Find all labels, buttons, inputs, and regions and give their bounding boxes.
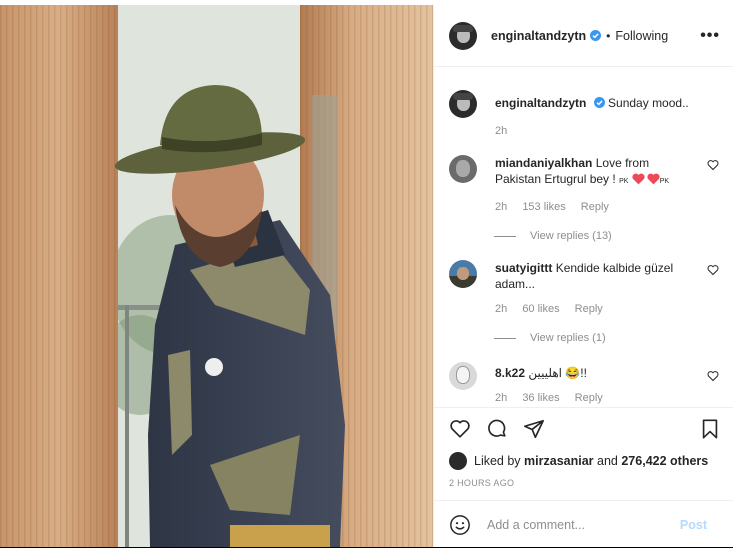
like-comment-heart-icon[interactable] [707,264,719,276]
caption-time: 2h [495,125,508,137]
caption-username[interactable]: enginaltandzytn [495,96,586,110]
like-comment-heart-icon[interactable] [707,370,719,382]
following-button[interactable]: Following [615,29,668,43]
share-direct-icon[interactable] [523,418,545,440]
commenter-avatar[interactable] [449,362,477,390]
comment-time: 2h [495,392,508,404]
view-replies-button[interactable]: View replies (13) [494,230,718,242]
post-comment-button[interactable]: Post [680,518,707,532]
like-heart-icon[interactable] [449,418,471,440]
comment: 8.k22 اهلييين 😂!! 2h 36 likes Reply [449,362,719,406]
comment-username[interactable]: 8.k22 [495,366,525,380]
comment-bubble-icon[interactable] [486,418,508,440]
comment-time: 2h [495,201,508,213]
reply-button[interactable]: Reply [575,303,603,315]
flag-pk-2: PK [659,178,670,185]
liked-by-middle: and [597,454,618,468]
comment: suatyigittt Kendide kalbide güzel adam..… [449,260,719,317]
liker-avatar[interactable] [449,452,467,470]
separator-dot: • [606,28,611,43]
view-replies-label[interactable]: View replies (1) [530,332,606,344]
like-comment-heart-icon[interactable] [707,159,719,171]
commenter-avatar[interactable] [449,155,477,183]
caption-avatar[interactable] [449,90,477,118]
caption-text: Sunday mood.. [608,96,689,110]
red-heart-emoji-icon [647,173,660,185]
reply-button[interactable]: Reply [581,201,609,213]
add-comment-bar: Add a comment... Post [434,500,733,548]
more-options-icon[interactable]: ••• [700,27,720,45]
red-heart-emoji-icon [632,173,645,185]
verified-badge-icon [590,30,602,41]
commenter-avatar[interactable] [449,260,477,288]
author-avatar[interactable] [449,21,477,50]
liked-by-prefix: Liked by [474,454,521,468]
view-replies-button[interactable]: View replies (1) [494,332,718,344]
comment-text: اهلييين 😂!! [528,366,587,380]
author-username[interactable]: enginaltandzytn [491,29,586,43]
comment-username[interactable]: suatyigittt [495,261,552,275]
comment: miandaniyalkhan Love from Pakistan Ertug… [449,155,719,215]
flag-pk-1: PK [619,178,629,185]
liker-username[interactable]: mirzasaniar [524,454,593,468]
post-header: enginaltandzytn • Following ••• [434,5,733,67]
emoji-smiley-icon[interactable] [449,514,471,536]
post-actions: Liked by mirzasaniar and 276,422 others … [434,407,733,547]
comments-list[interactable]: enginaltandzytn Sunday mood.. 2h miandan… [434,67,733,407]
post-sidebar: enginaltandzytn • Following ••• enginalt… [433,5,733,547]
comment-username[interactable]: miandaniyalkhan [495,156,592,170]
comment-time: 2h [495,303,508,315]
save-bookmark-icon[interactable] [699,418,721,440]
likes-count[interactable]: 276,422 others [621,454,708,468]
caption: enginaltandzytn Sunday mood.. 2h [449,90,718,139]
add-comment-input[interactable]: Add a comment... [487,518,680,532]
reply-button[interactable]: Reply [575,392,603,404]
post-timestamp[interactable]: 2 HOURS AGO [449,478,514,488]
comment-likes[interactable]: 36 likes [522,392,559,404]
liked-by-summary: Liked by mirzasaniar and 276,422 others [449,452,708,470]
verified-badge-icon [593,97,605,108]
instagram-post-modal: enginaltandzytn • Following ••• enginalt… [0,0,733,547]
post-image [0,5,433,547]
comment-likes[interactable]: 153 likes [522,201,565,213]
view-replies-label[interactable]: View replies (13) [530,230,612,242]
comment-likes[interactable]: 60 likes [522,303,559,315]
post-photo[interactable] [0,5,433,547]
